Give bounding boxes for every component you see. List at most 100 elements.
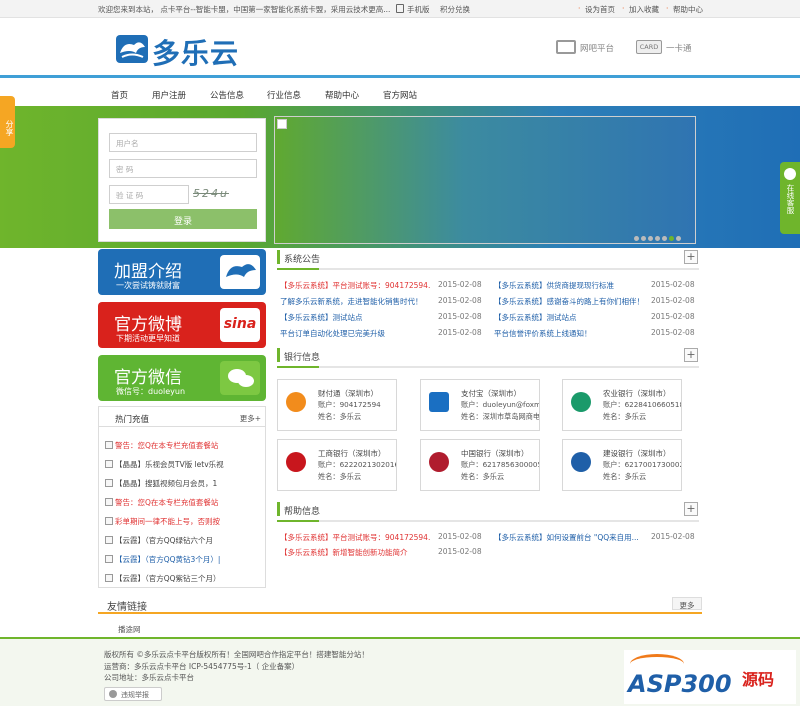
bank-name: 财付通（深圳市） xyxy=(318,389,378,398)
username-input[interactable]: 用户名 xyxy=(109,133,257,152)
announcement-item[interactable]: 平台订单自动化处理已完美升级 xyxy=(280,328,430,339)
bank-name: 建设银行（深圳市） xyxy=(603,449,671,458)
bullet-icon: · xyxy=(666,4,669,13)
announcement-item[interactable]: 【多乐云系统】感谢奋斗的路上有你们相伴！ xyxy=(494,296,646,307)
help-item[interactable]: 【多乐云系统】平台测试账号：904172594... xyxy=(280,532,430,543)
slide-dot[interactable] xyxy=(655,236,660,241)
section-marker xyxy=(277,250,280,264)
section-divider xyxy=(277,366,699,368)
section-marker xyxy=(277,348,280,362)
nav-register[interactable]: 用户注册 xyxy=(152,89,186,101)
hot-item[interactable]: 【晶晶】乐视会员TV版 letv乐视 xyxy=(115,459,233,470)
bullet-icon: · xyxy=(578,4,581,13)
bank-holder: 姓名：多乐云 xyxy=(318,412,362,421)
banner-slide[interactable] xyxy=(274,116,696,244)
watermark-label: 源码 xyxy=(742,670,775,689)
hot-item[interactable]: 彩单期间一律不能上号，否则按 xyxy=(115,516,233,527)
friendlinks-more-button[interactable]: 更多 xyxy=(672,597,702,610)
address-text: 公司地址：多乐云点卡平台 xyxy=(104,673,194,682)
promo-join[interactable]: 加盟介绍 一次尝试铸就财富 xyxy=(98,249,266,295)
hot-item[interactable]: 警告：您Q在本专栏充值套餐站 xyxy=(115,497,233,508)
hot-more-link[interactable]: 更多+ xyxy=(240,413,261,424)
help-item[interactable]: 【多乐云系统】如何设置前台 "QQ来自用... xyxy=(494,532,646,543)
help-date: 2015-02-08 xyxy=(438,532,482,541)
slide-dot-active[interactable] xyxy=(669,236,674,241)
main-nav: 首页 用户注册 公告信息 行业信息 帮助中心 官方网站 xyxy=(0,82,800,106)
nav-help[interactable]: 帮助中心 xyxy=(325,89,359,101)
announcement-item[interactable]: 【多乐云系统】供货商提现现行标准 xyxy=(494,280,646,291)
friendlinks-header: 友情链接 更多 xyxy=(98,594,702,614)
watermark-brand: ASP300 xyxy=(628,670,732,698)
login-button[interactable]: 登录 xyxy=(109,209,257,229)
bank-holder: 姓名：多乐云 xyxy=(603,472,647,481)
online-service-tab[interactable]: 在线客服 xyxy=(780,162,800,234)
help-center-link[interactable]: 帮助中心 xyxy=(673,4,703,15)
slide-dot[interactable] xyxy=(634,236,639,241)
nav-home[interactable]: 首页 xyxy=(111,89,128,101)
announcement-date: 2015-02-08 xyxy=(651,312,695,321)
slide-dot[interactable] xyxy=(648,236,653,241)
announcement-item[interactable]: 平台信誉评价系统上线通知！ xyxy=(494,328,646,339)
operator-text: 运营商：多乐云点卡平台 ICP-5454775号-1（ 企业备案） xyxy=(104,662,300,671)
bank-account: 账户：904172594 xyxy=(318,400,381,409)
hot-recharge-title: 热门充值 xyxy=(115,415,150,425)
announcement-item[interactable]: 【多乐云系统】平台测试账号：904172594... xyxy=(280,280,430,291)
cloud-logo-icon xyxy=(116,35,148,63)
announcement-date: 2015-02-08 xyxy=(438,280,482,289)
announcement-item[interactable]: 【多乐云系统】测试站点 xyxy=(280,312,430,323)
help-more-button[interactable]: + xyxy=(684,502,698,516)
favorite-link[interactable]: 加入收藏 xyxy=(629,4,659,15)
online-service-label: 在线客服 xyxy=(786,184,795,214)
ccb-icon xyxy=(571,452,591,472)
announcements-more-button[interactable]: + xyxy=(684,250,698,264)
mobile-icon xyxy=(396,4,404,13)
netbar-link[interactable]: 网吧平台 xyxy=(580,42,614,54)
help-date: 2015-02-08 xyxy=(438,547,482,556)
card-icon: CARD xyxy=(636,40,662,54)
share-tab[interactable]: 分享 xyxy=(0,96,15,148)
announcement-date: 2015-02-08 xyxy=(438,312,482,321)
help-item[interactable]: 【多乐云系统】新增智能创新功能简介 xyxy=(280,547,430,558)
top-bar: 欢迎您来到本站， 点卡平台--智能卡盟，中国第一家智能化系统卡盟，采用云技术更高… xyxy=(0,0,800,18)
captcha-image[interactable]: 524u xyxy=(193,187,251,203)
cloud-logo-icon xyxy=(220,255,260,289)
hot-item[interactable]: 【云霞】（官方QQ紫钻三个月） xyxy=(115,573,233,584)
bank-account: 账户：6217856300005 9xx xyxy=(461,460,539,469)
announcement-item[interactable]: 了解多乐云新系统，走进智能化销售时代！ xyxy=(280,296,430,307)
slide-dot[interactable] xyxy=(676,236,681,241)
item-icon xyxy=(105,479,113,487)
hot-item[interactable]: 警告：您Q在本专栏充值套餐站 xyxy=(115,440,233,451)
password-input[interactable]: 密 码 xyxy=(109,159,257,178)
announcement-item[interactable]: 【多乐云系统】测试站点 xyxy=(494,312,646,323)
bank-name: 农业银行（深圳市） xyxy=(603,389,671,398)
banks-more-button[interactable]: + xyxy=(684,348,698,362)
hot-item[interactable]: 【晶晶】搜狐视频包月会员，1 xyxy=(115,478,233,489)
hot-item[interactable]: 【云霞】（官方QQ绿钻六个月 xyxy=(115,535,233,546)
nav-industry[interactable]: 行业信息 xyxy=(267,89,301,101)
set-home-link[interactable]: 设为首页 xyxy=(585,4,615,15)
bank-name: 支付宝（深圳市） xyxy=(461,389,521,398)
report-button[interactable]: 违规举报 xyxy=(104,687,162,701)
slide-dot[interactable] xyxy=(641,236,646,241)
nav-official-site[interactable]: 官方网站 xyxy=(383,89,417,101)
promo-wechat-subtitle: 微信号：duoleyun xyxy=(116,387,186,396)
report-label: 违规举报 xyxy=(121,691,149,699)
bank-holder: 姓名：多乐云 xyxy=(603,412,647,421)
bank-card: 农业银行（深圳市） 账户：6228410660518xxx 姓名：多乐云 xyxy=(562,379,682,431)
bank-account: 账户：6217001730002 9xx xyxy=(603,460,681,469)
promo-join-subtitle: 一次尝试铸就财富 xyxy=(116,281,180,290)
slide-dot[interactable] xyxy=(662,236,667,241)
alipay-shield-icon xyxy=(429,392,449,412)
hot-item[interactable]: 【云霞】（官方QQ黄钻3个月）| xyxy=(115,554,233,565)
logo-text[interactable]: 多乐云 xyxy=(152,32,239,72)
promo-wechat[interactable]: 官方微信 微信号：duoleyun xyxy=(98,355,266,401)
nav-announcements[interactable]: 公告信息 xyxy=(210,89,244,101)
bank-account: 账户：6228410660518xxx xyxy=(603,400,681,409)
friendlink-item[interactable]: 播途网 xyxy=(118,624,141,635)
captcha-input[interactable]: 验 证 码 xyxy=(109,185,189,204)
mobile-link[interactable]: 手机版 xyxy=(407,4,430,15)
points-link[interactable]: 积分兑换 xyxy=(440,4,470,15)
card-link[interactable]: 一卡通 xyxy=(666,42,692,54)
promo-weibo[interactable]: 官方微博 下期活动更早知道 sina xyxy=(98,302,266,348)
announcement-date: 2015-02-08 xyxy=(651,280,695,289)
